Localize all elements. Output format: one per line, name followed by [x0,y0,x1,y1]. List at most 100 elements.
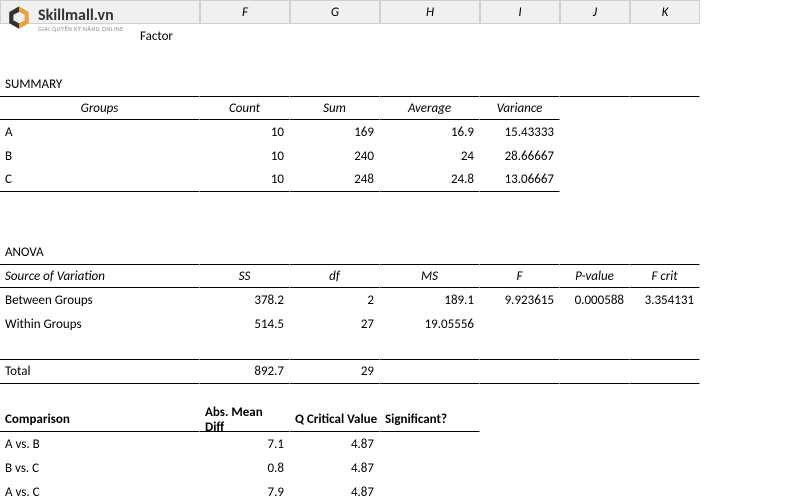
comp-row-ab-diff[interactable]: 7.1 [200,432,290,456]
cell[interactable] [630,72,700,96]
summary-row-b-count[interactable]: 10 [200,144,290,168]
cell[interactable] [630,120,700,144]
cell[interactable] [480,360,560,384]
cell[interactable] [630,168,700,192]
cell[interactable] [290,72,380,96]
anova-title[interactable]: ANOVA [0,240,200,264]
summary-hdr-avg[interactable]: Average [380,96,480,120]
comp-row-ab-label[interactable]: A vs. B [0,432,200,456]
cell[interactable] [480,192,560,216]
anova-total-label[interactable]: Total [0,360,200,384]
anova-row-within-df[interactable]: 27 [290,312,380,336]
cell[interactable] [480,312,560,336]
comparison-hdr-sig[interactable]: Significant? [380,408,480,432]
cell[interactable] [290,48,380,72]
anova-hdr-src[interactable]: Source of Variation [0,264,200,288]
col-header-h[interactable]: H [380,0,480,24]
summary-row-b-var[interactable]: 28.66667 [480,144,560,168]
cell[interactable] [200,336,290,360]
anova-total-ss[interactable]: 892.7 [200,360,290,384]
cell[interactable] [560,192,630,216]
summary-row-c-group[interactable]: C [0,168,200,192]
cell[interactable] [630,96,700,120]
summary-row-a-var[interactable]: 15.43333 [480,120,560,144]
cell[interactable] [0,384,200,408]
cell[interactable] [0,336,200,360]
cell[interactable] [380,48,480,72]
anova-row-between-pval[interactable]: 0.000588 [560,288,630,312]
cell[interactable] [560,312,630,336]
cell[interactable] [380,216,480,240]
summary-row-a-avg[interactable]: 16.9 [380,120,480,144]
cell[interactable] [560,96,630,120]
cell[interactable] [200,24,290,48]
anova-hdr-ms[interactable]: MS [380,264,480,288]
cell[interactable] [0,48,200,72]
cell[interactable] [630,360,700,384]
cell[interactable] [290,192,380,216]
cell[interactable] [560,336,630,360]
cell[interactable] [480,432,560,456]
anova-hdr-fcrit[interactable]: F crit [630,264,700,288]
cell[interactable] [380,432,480,456]
cell[interactable] [290,384,380,408]
cell[interactable] [200,72,290,96]
cell[interactable] [380,192,480,216]
cell[interactable] [480,72,560,96]
cell[interactable] [560,168,630,192]
cell[interactable] [200,240,290,264]
anova-total-df[interactable]: 29 [290,360,380,384]
cell[interactable] [630,192,700,216]
cell[interactable] [200,216,290,240]
cell[interactable] [480,48,560,72]
summary-hdr-groups[interactable]: Groups [0,96,200,120]
cell[interactable] [630,336,700,360]
comp-row-bc-qcrit[interactable]: 4.87 [290,456,380,480]
cell[interactable] [380,336,480,360]
cell[interactable] [630,384,700,408]
cell[interactable] [630,432,700,456]
cell[interactable] [560,72,630,96]
anova-row-between-ss[interactable]: 378.2 [200,288,290,312]
cell[interactable] [560,216,630,240]
cell[interactable] [380,384,480,408]
cell[interactable] [630,456,700,480]
cell[interactable] [480,456,560,480]
summary-row-c-count[interactable]: 10 [200,168,290,192]
cell[interactable] [480,384,560,408]
summary-row-a-sum[interactable]: 169 [290,120,380,144]
comp-row-ab-qcrit[interactable]: 4.87 [290,432,380,456]
comp-row-bc-label[interactable]: B vs. C [0,456,200,480]
cell[interactable] [560,48,630,72]
cell[interactable] [200,192,290,216]
comp-row-ac-label[interactable]: A vs. C [0,480,200,504]
cell[interactable] [630,240,700,264]
cell[interactable] [200,48,290,72]
summary-row-c-sum[interactable]: 248 [290,168,380,192]
summary-hdr-var[interactable]: Variance [480,96,560,120]
comp-row-ac-qcrit[interactable]: 4.87 [290,480,380,504]
col-header-i[interactable]: I [480,0,560,24]
cell[interactable] [290,240,380,264]
cell[interactable] [630,480,700,504]
anova-hdr-df[interactable]: df [290,264,380,288]
cell[interactable] [290,24,380,48]
cell[interactable] [0,216,200,240]
anova-hdr-pval[interactable]: P-value [560,264,630,288]
cell[interactable] [480,480,560,504]
anova-row-between-src[interactable]: Between Groups [0,288,200,312]
summary-row-b-group[interactable]: B [0,144,200,168]
cell[interactable] [380,456,480,480]
summary-row-c-avg[interactable]: 24.8 [380,168,480,192]
cell[interactable] [480,240,560,264]
cell[interactable] [560,432,630,456]
col-header-f[interactable]: F [200,0,290,24]
anova-row-between-df[interactable]: 2 [290,288,380,312]
cell[interactable] [480,336,560,360]
cell[interactable] [380,360,480,384]
anova-hdr-f[interactable]: F [480,264,560,288]
anova-hdr-ss[interactable]: SS [200,264,290,288]
cell[interactable] [380,24,480,48]
summary-row-b-sum[interactable]: 240 [290,144,380,168]
summary-hdr-count[interactable]: Count [200,96,290,120]
